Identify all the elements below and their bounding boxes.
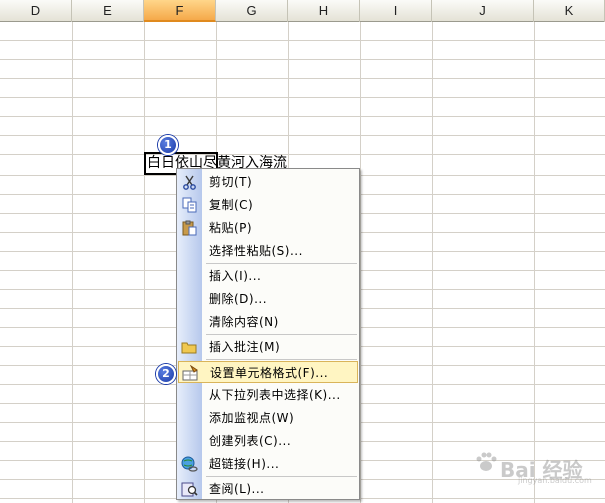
- menu-item-cut[interactable]: 剪切(T): [178, 171, 358, 193]
- format-cells-icon: [182, 365, 198, 381]
- menu-separator: [206, 359, 357, 360]
- column-header-h[interactable]: H: [288, 0, 360, 22]
- column-header-j[interactable]: J: [432, 0, 534, 22]
- spreadsheet: D E F G H I J K 白日依山尽黄河入海流 1 2 剪切(T) 复制(…: [0, 0, 605, 503]
- menu-item-insert[interactable]: 插入(I)...: [178, 265, 358, 287]
- copy-icon: [182, 197, 197, 213]
- menu-item-pick-from-list-label: 从下拉列表中选择(K)...: [209, 388, 341, 402]
- hyperlink-globe-icon: [181, 456, 198, 472]
- column-header-i[interactable]: I: [360, 0, 432, 22]
- column-header-d[interactable]: D: [0, 0, 72, 22]
- menu-item-clear-contents-label: 清除内容(N): [209, 315, 279, 329]
- menu-item-lookup-label: 查阅(L)...: [209, 482, 265, 496]
- menu-separator: [206, 334, 357, 335]
- grid-line: [0, 116, 605, 117]
- step-1-badge: 1: [158, 135, 178, 155]
- grid-line: [534, 22, 535, 503]
- menu-separator: [206, 476, 357, 477]
- menu-item-add-watch[interactable]: 添加监视点(W): [178, 407, 358, 429]
- step-2-badge: 2: [156, 364, 176, 384]
- menu-item-insert-label: 插入(I)...: [209, 269, 262, 283]
- scissors-icon: [183, 175, 196, 190]
- menu-item-paste-label: 粘贴(P): [209, 221, 253, 235]
- comment-folder-icon: [181, 342, 197, 354]
- menu-item-copy-label: 复制(C): [209, 198, 254, 212]
- menu-item-insert-comment[interactable]: 插入批注(M): [178, 336, 358, 358]
- column-header-f[interactable]: F: [144, 0, 216, 22]
- menu-item-cut-label: 剪切(T): [209, 175, 253, 189]
- grid-line: [0, 40, 605, 41]
- menu-item-delete-label: 删除(D)...: [209, 292, 268, 306]
- menu-item-create-list-label: 创建列表(C)...: [209, 434, 292, 448]
- menu-item-delete[interactable]: 删除(D)...: [178, 288, 358, 310]
- grid-line: [0, 154, 605, 155]
- column-header-k[interactable]: K: [534, 0, 605, 22]
- menu-item-format-cells[interactable]: 设置单元格格式(F)...: [178, 361, 358, 383]
- context-menu: 剪切(T) 复制(C) 粘贴(P) 选择性粘贴(S)... 插入(I)... 删…: [176, 168, 360, 500]
- watermark: Bai 经验 jingyan.baidu.com: [470, 440, 600, 490]
- menu-item-pick-from-list[interactable]: 从下拉列表中选择(K)...: [178, 384, 358, 406]
- paste-icon: [182, 220, 197, 236]
- menu-item-hyperlink-label: 超链接(H)...: [209, 457, 280, 471]
- grid-line: [0, 78, 605, 79]
- menu-item-create-list[interactable]: 创建列表(C)...: [178, 430, 358, 452]
- grid-line: [0, 97, 605, 98]
- menu-item-hyperlink[interactable]: 超链接(H)...: [178, 453, 358, 475]
- column-header-bar: D E F G H I J K: [0, 0, 605, 22]
- menu-item-paste[interactable]: 粘贴(P): [178, 217, 358, 239]
- menu-item-paste-special-label: 选择性粘贴(S)...: [209, 244, 303, 258]
- menu-separator: [206, 263, 357, 264]
- grid-line: [144, 22, 145, 503]
- menu-item-copy[interactable]: 复制(C): [178, 194, 358, 216]
- grid-line: [360, 22, 361, 503]
- menu-item-format-cells-label: 设置单元格格式(F)...: [210, 366, 329, 380]
- column-header-e[interactable]: E: [72, 0, 144, 22]
- grid-line: [72, 22, 73, 503]
- grid-line: [432, 22, 433, 503]
- grid-line: [0, 59, 605, 60]
- paw-icon: [476, 452, 497, 471]
- menu-item-lookup[interactable]: 查阅(L)...: [178, 478, 358, 500]
- lookup-book-icon: [181, 482, 198, 497]
- column-header-g[interactable]: G: [216, 0, 288, 22]
- menu-item-insert-comment-label: 插入批注(M): [209, 340, 281, 354]
- menu-item-clear-contents[interactable]: 清除内容(N): [178, 311, 358, 333]
- menu-item-add-watch-label: 添加监视点(W): [209, 411, 295, 425]
- watermark-url: jingyan.baidu.com: [518, 476, 592, 485]
- grid-line: [0, 135, 605, 136]
- menu-item-paste-special[interactable]: 选择性粘贴(S)...: [178, 240, 358, 262]
